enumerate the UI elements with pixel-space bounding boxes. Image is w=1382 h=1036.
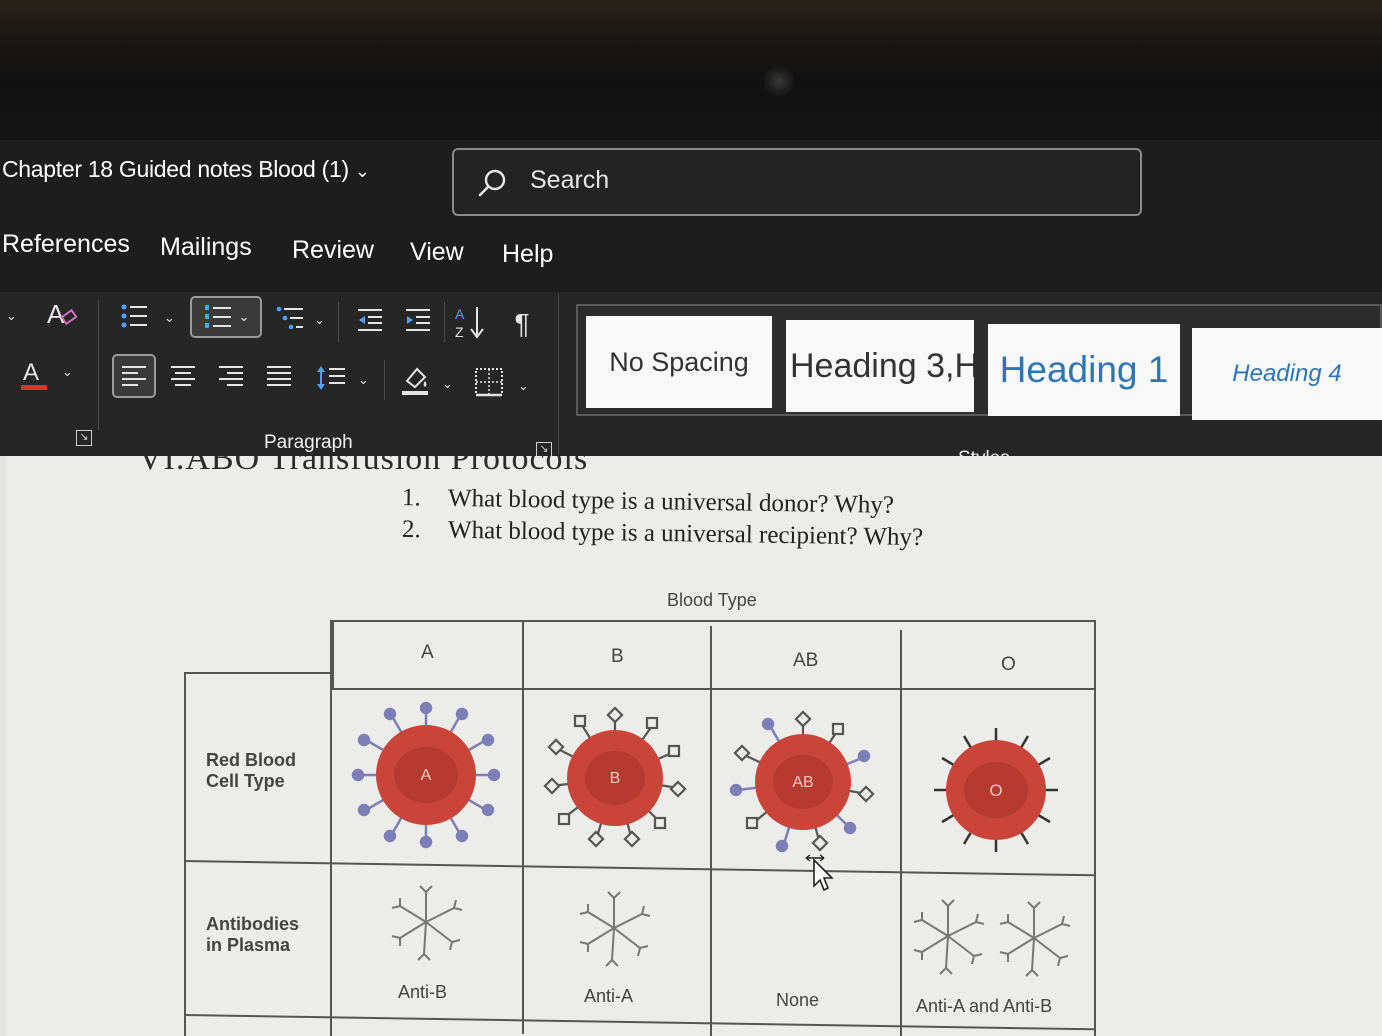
ribbon-separator [98, 300, 99, 430]
align-right-icon[interactable] [212, 356, 250, 396]
laptop-bezel [0, 0, 1382, 140]
decrease-indent-icon[interactable] [352, 302, 388, 338]
tab-mailings[interactable]: Mailings [160, 233, 252, 262]
style-no-spacing-label: No Spacing [609, 346, 749, 377]
rbc-type-ab: AB [729, 710, 875, 853]
search-box[interactable]: Search [452, 148, 1142, 216]
line-spacing-dropdown-icon[interactable]: ⌄ [358, 372, 369, 388]
borders-dropdown-icon[interactable]: ⌄ [518, 378, 529, 394]
tab-help[interactable]: Help [502, 240, 553, 269]
style-heading-1-label: Heading 1 [999, 349, 1169, 390]
increase-indent-icon[interactable] [400, 302, 436, 338]
rbc-label-o: O [989, 781, 1002, 800]
style-heading-3-label: Heading 3,H [790, 346, 974, 385]
font-color-dropdown-icon[interactable]: ⌄ [62, 364, 73, 380]
font-size-dropdown-icon[interactable]: ⌄ [6, 308, 17, 324]
search-icon [478, 169, 506, 197]
rbc-label-a: A [421, 767, 432, 784]
question-2-number: 2. [401, 515, 421, 544]
ribbon-separator [558, 294, 559, 454]
svg-text:A: A [455, 306, 465, 322]
center-icon[interactable] [164, 356, 202, 396]
question-1-text: What blood type is a universal donor? Wh… [447, 484, 895, 519]
table-divider [900, 630, 902, 1036]
table-divider [522, 622, 524, 1034]
multilevel-dropdown-icon[interactable]: ⌄ [314, 312, 325, 328]
table-divider [184, 672, 186, 1036]
column-header-ab: AB [793, 650, 819, 671]
line-spacing-icon[interactable] [312, 358, 350, 398]
antibody-label-b: Anti-A [584, 986, 634, 1006]
tab-review[interactable]: Review [292, 236, 374, 265]
antibody-label-o: Anti-A and Anti-B [916, 996, 1053, 1016]
table-divider [1094, 636, 1096, 1036]
row-label-antibodies: Antibodies in Plasma [206, 914, 299, 955]
tab-references[interactable]: References [2, 230, 130, 259]
antibody-anti-a-and-b-icon [913, 899, 1071, 977]
align-left-icon[interactable] [112, 354, 156, 398]
font-color-letter: A [23, 359, 39, 386]
mouse-cursor-icon [805, 854, 834, 892]
document-title[interactable]: Chapter 18 Guided notes Blood (1) ⌄ [2, 156, 370, 183]
bullets-dropdown-icon[interactable]: ⌄ [164, 310, 175, 326]
justify-icon[interactable] [260, 356, 298, 396]
column-header-b: B [611, 646, 624, 667]
style-heading-3[interactable]: Heading 3,H [786, 320, 974, 412]
webcam [764, 66, 794, 96]
numbering-icon[interactable]: ⌄ [190, 296, 262, 338]
table-divider [184, 672, 334, 674]
rbc-label-b: B [610, 770, 621, 787]
row-label-red-blood-cell: Red Blood Cell Type [206, 750, 296, 791]
table-divider [330, 620, 332, 1036]
table-divider [710, 626, 712, 1036]
borders-icon[interactable] [470, 362, 508, 402]
column-header-a: A [421, 642, 434, 663]
rbc-type-b: B [543, 706, 687, 848]
question-1-number: 1. [401, 484, 421, 512]
shading-dropdown-icon[interactable]: ⌄ [442, 376, 453, 392]
svg-text:A: A [47, 299, 65, 329]
antibody-anti-a-icon [579, 891, 651, 967]
tab-view[interactable]: View [410, 238, 464, 267]
rbc-type-o: O [934, 728, 1058, 852]
rbc-type-a: A [351, 701, 501, 849]
antibody-label-ab: None [776, 990, 820, 1010]
shading-icon[interactable] [396, 360, 434, 400]
show-marks-icon[interactable]: ¶ [506, 304, 538, 344]
style-heading-4-label: Heading 4 [1232, 360, 1342, 387]
antibody-anti-b-icon [391, 885, 463, 961]
font-dialog-launcher-icon[interactable]: ↘ [76, 430, 92, 446]
style-heading-4[interactable]: Heading 4 [1192, 328, 1382, 420]
sort-icon[interactable]: AZ [452, 302, 488, 342]
bullets-icon[interactable] [116, 298, 152, 334]
font-color-icon[interactable]: A [18, 354, 50, 394]
style-no-spacing[interactable]: No Spacing [586, 316, 772, 408]
ribbon-separator [444, 302, 445, 342]
document-title-text[interactable]: Chapter 18 Guided notes Blood (1) [2, 156, 349, 182]
svg-text:Z: Z [455, 324, 464, 340]
ribbon-separator [384, 360, 385, 400]
rbc-label-ab: AB [792, 774, 813, 791]
chevron-down-icon[interactable]: ⌄ [355, 161, 370, 182]
antibody-label-a: Anti-B [398, 982, 448, 1002]
figure-caption: Blood Type [667, 590, 757, 610]
style-heading-1[interactable]: Heading 1 [988, 324, 1180, 416]
clear-formatting-icon[interactable]: A [42, 296, 78, 332]
column-header-o: O [1001, 654, 1016, 675]
multilevel-list-icon[interactable] [272, 300, 308, 336]
paragraph-group-label: Paragraph [264, 432, 353, 453]
ribbon-separator [338, 302, 339, 342]
blood-type-header-row [332, 620, 1096, 690]
search-placeholder[interactable]: Search [530, 166, 609, 195]
